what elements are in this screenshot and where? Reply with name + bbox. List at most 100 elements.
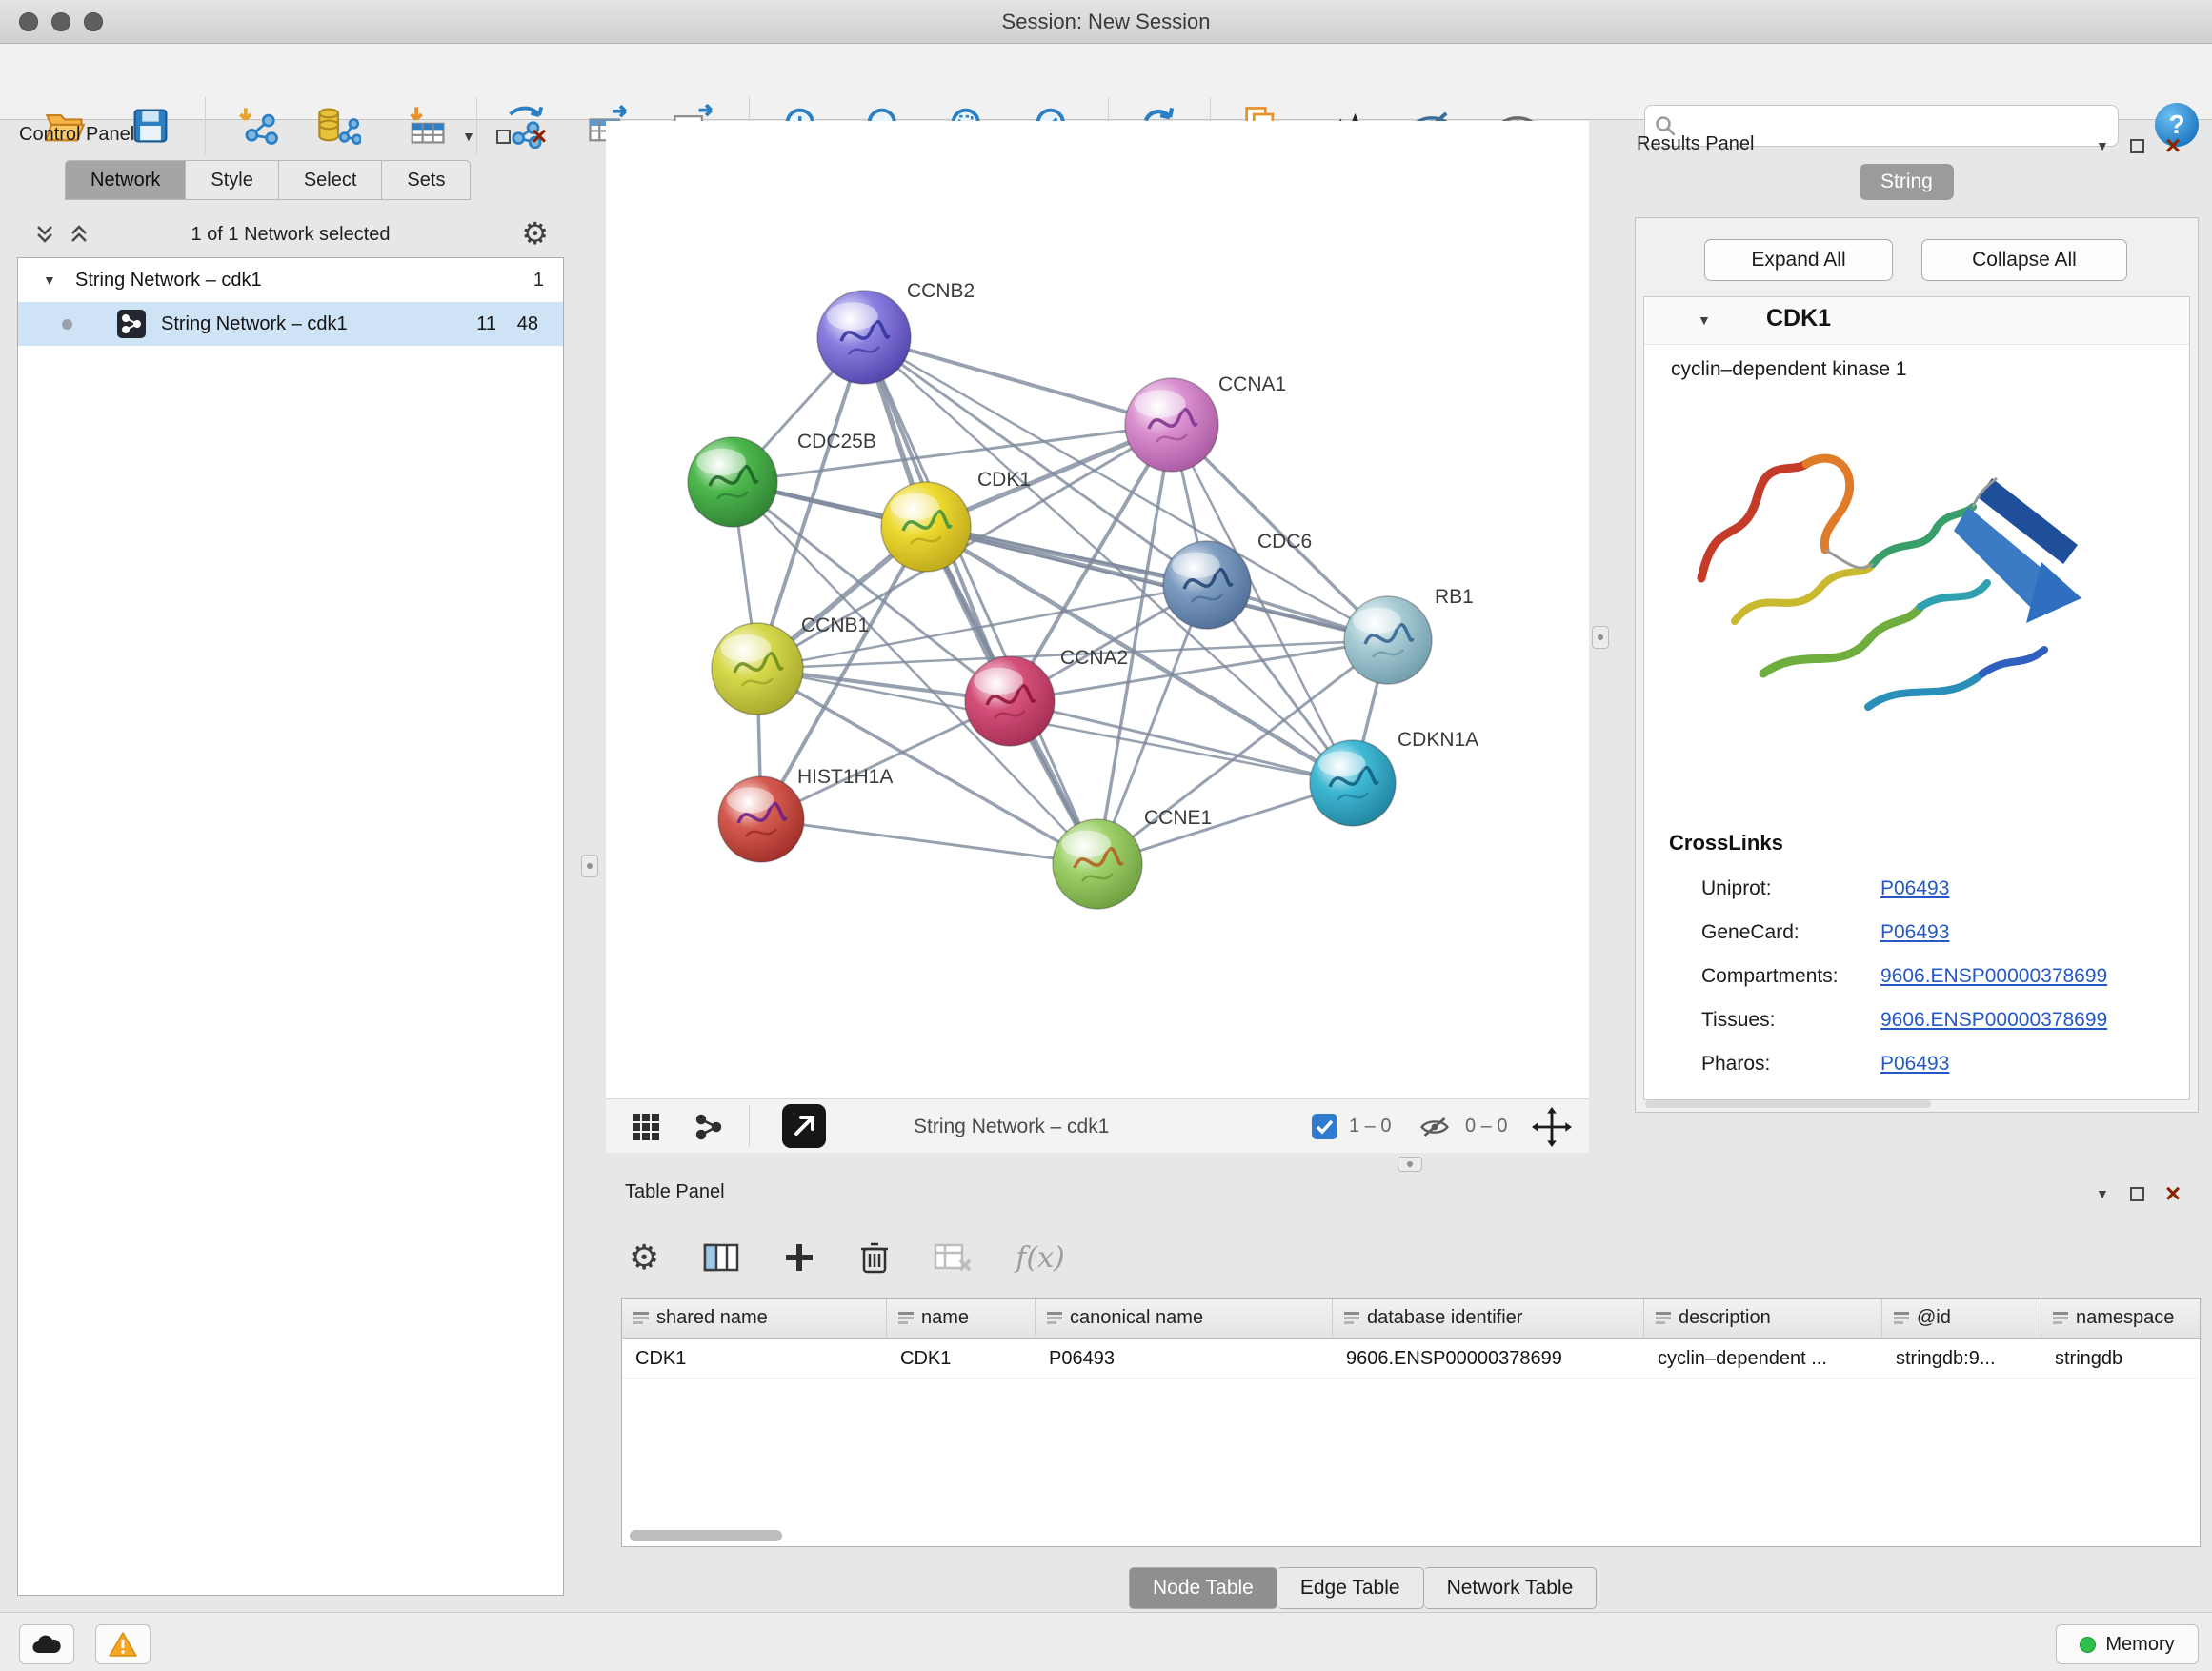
collapse-all-button[interactable]: Collapse All [1921,239,2127,281]
network-edge[interactable] [864,337,1097,864]
application-window: Session: New Session [0,0,2212,1671]
tab-edge-table[interactable]: Edge Table [1277,1567,1424,1609]
table-row[interactable]: CDK1CDK1P064939606.ENSP00000378699cyclin… [622,1339,2200,1379]
network-label: String Network – cdk1 [161,302,348,346]
results-panel-float-icon[interactable] [2130,139,2144,153]
table-cell[interactable]: P06493 [1036,1339,1333,1378]
node-label-cdc25b: CDC25B [797,431,876,453]
selected-nodes-checkbox-icon[interactable] [1312,1114,1337,1139]
node-table: shared namenamecanonical namedatabase id… [621,1298,2201,1547]
open-in-new-window-button[interactable] [782,1104,826,1148]
gene-expander-icon[interactable]: ▼ [1698,312,1711,328]
table-body: CDK1CDK1P064939606.ENSP00000378699cyclin… [622,1339,2200,1379]
control-panel-collapse-icon[interactable]: ▼ [462,129,475,144]
gene-section-header[interactable]: ▼ CDK1 [1644,297,2189,345]
scrollbar-thumb[interactable] [630,1530,782,1541]
tab-style[interactable]: Style [186,160,278,200]
table-horizontal-scrollbar [628,1530,2196,1541]
network-canvas[interactable]: CCNB2CCNA1CDC25BCDK1CDC6RB1CCNB1CCNA2CDK… [606,121,1589,1098]
column-header-namespace[interactable]: namespace [2041,1299,2201,1338]
crosslink-value-link[interactable]: 9606.ENSP00000378699 [1880,955,2107,998]
delete-column-trash-icon[interactable] [859,1240,890,1275]
tab-node-table[interactable]: Node Table [1129,1567,1277,1609]
node-label-cdkn1a: CDKN1A [1398,729,1478,751]
table-panel-close-icon[interactable]: × [2165,1184,2181,1203]
collection-label: String Network – cdk1 [75,258,262,302]
network-edge[interactable] [864,337,1172,425]
node-gloss [974,668,1023,695]
import-network-from-file-button[interactable] [232,99,286,152]
collection-expander-icon[interactable]: ▼ [43,258,56,302]
control-panel-float-icon[interactable] [496,130,511,144]
hidden-eye-slash-icon[interactable] [1418,1113,1451,1141]
warning-icon [108,1631,138,1658]
network-collection-row[interactable]: ▼ String Network – cdk1 1 [18,258,563,302]
network-graph: CCNB2CCNA1CDC25BCDK1CDC6RB1CCNB1CCNA2CDK… [606,121,1589,1098]
column-header-description[interactable]: description [1644,1299,1882,1338]
tab-sets[interactable]: Sets [382,160,471,200]
column-sort-icon [898,1312,914,1325]
column-header-canonical-name[interactable]: canonical name [1036,1299,1333,1338]
tab-network-table[interactable]: Network Table [1424,1567,1598,1609]
table-cell[interactable]: cyclin–dependent ... [1644,1339,1882,1378]
table-cell[interactable]: stringdb [2041,1339,2201,1378]
cloud-button[interactable] [19,1624,74,1664]
toolbar-separator [749,1105,750,1147]
network-glyph-icon[interactable] [694,1112,724,1142]
toolbar-separator [205,97,206,154]
results-panel-collapse-icon[interactable]: ▼ [2096,138,2109,153]
crosslink-label: GeneCard: [1701,911,1800,955]
column-header-database-identifier[interactable]: database identifier [1333,1299,1644,1338]
left-splitter-handle[interactable] [581,855,598,877]
bottom-splitter-handle[interactable] [1398,1157,1422,1172]
birds-eye-grid-icon[interactable] [631,1112,661,1142]
expand-all-button[interactable]: Expand All [1704,239,1893,281]
gene-description: cyclin–dependent kinase 1 [1671,358,1907,381]
network-options-gear-icon[interactable]: ⚙ [521,215,549,252]
column-header-shared-name[interactable]: shared name [622,1299,887,1338]
add-column-plus-icon[interactable] [783,1241,815,1274]
node-gloss [1061,831,1111,857]
table-options-gear-icon[interactable]: ⚙ [629,1238,659,1278]
table-cell[interactable]: CDK1 [887,1339,1036,1378]
node-gloss [1318,751,1366,776]
node-label-hist1h1a: HIST1H1A [797,766,893,788]
import-network-from-database-button[interactable] [312,99,365,152]
pan-crosshair-icon[interactable] [1532,1107,1572,1147]
tab-network[interactable]: Network [65,160,186,200]
memory-status-dot [2080,1637,2096,1653]
results-panel-close-icon[interactable]: × [2165,136,2181,155]
results-scrollbar[interactable] [1645,1100,1931,1108]
control-panel-close-icon[interactable]: × [532,127,547,146]
column-header-name[interactable]: name [887,1299,1036,1338]
crosslink-value-link[interactable]: 9606.ENSP00000378699 [1880,998,2107,1042]
table-panel-float-icon[interactable] [2130,1187,2144,1201]
node-gloss [1353,608,1401,634]
table-cell[interactable]: stringdb:9... [1882,1339,2041,1378]
crosslink-value-link[interactable]: P06493 [1880,911,1949,955]
crosslink-value-link[interactable]: P06493 [1880,1042,1949,1086]
node-gloss [727,787,774,813]
warnings-button[interactable] [95,1624,151,1664]
node-label-rb1: RB1 [1435,586,1474,608]
node-label-ccnb1: CCNB1 [801,614,869,636]
import-network-from-database-icon [315,103,361,149]
table-cell[interactable]: CDK1 [622,1339,887,1378]
import-table-from-file-button[interactable] [400,99,453,152]
show-columns-icon[interactable] [703,1241,739,1274]
network-edge[interactable] [761,819,1097,864]
column-header--id[interactable]: @id [1882,1299,2041,1338]
crosslink-label: Tissues: [1701,998,1775,1042]
memory-button[interactable]: Memory [2056,1624,2199,1664]
network-row-selected[interactable]: String Network – cdk1 11 48 [18,302,563,346]
node-gloss [721,634,772,662]
network-edge[interactable] [926,527,1388,640]
node-label-ccna1: CCNA1 [1218,373,1286,395]
right-splitter-handle[interactable] [1592,626,1609,649]
tab-string[interactable]: String [1860,164,1954,200]
tab-select[interactable]: Select [279,160,383,200]
table-cell[interactable]: 9606.ENSP00000378699 [1333,1339,1644,1378]
table-panel-collapse-icon[interactable]: ▼ [2096,1186,2109,1201]
crosslink-value-link[interactable]: P06493 [1880,867,1949,911]
function-builder-icon-disabled: f(x) [1016,1241,1064,1275]
